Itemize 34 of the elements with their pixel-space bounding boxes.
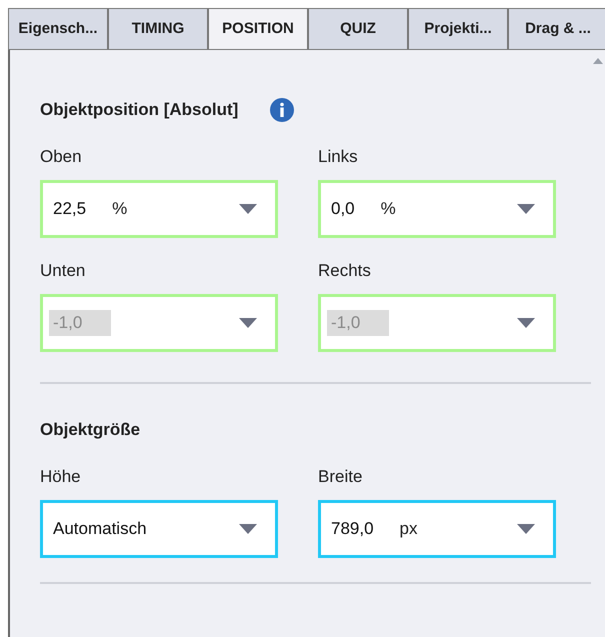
caret-icon (239, 318, 257, 328)
caret-icon (239, 204, 257, 214)
dropdown-field[interactable]: 789,0 px (318, 500, 556, 558)
field-value: -1,0 (49, 310, 111, 336)
section-title: Objektposition [Absolut] (40, 99, 238, 122)
caret-icon (517, 318, 535, 328)
dropdown-field[interactable]: Automatisch (40, 500, 278, 558)
caret-icon (239, 524, 257, 534)
caret-icon (517, 524, 535, 534)
unit-label: px (400, 518, 418, 540)
tab[interactable]: POSITION (208, 8, 308, 50)
tab[interactable]: Eigensch... (8, 8, 108, 50)
info-icon[interactable] (270, 98, 294, 122)
field-label: Rechts (318, 260, 372, 280)
field-label: Breite (318, 466, 364, 486)
tab[interactable]: TIMING (108, 8, 208, 50)
field-value: 789,0 (330, 518, 375, 540)
field-label: Unten (40, 260, 86, 280)
field-label: Oben (40, 146, 83, 166)
dropdown-field[interactable]: 0,0 % (318, 180, 556, 238)
tab[interactable]: QUIZ (308, 8, 408, 50)
section-title: Objektgröße (40, 419, 140, 442)
unit-label: % (112, 198, 128, 220)
unit-label: % (380, 198, 396, 220)
field-value: -1,0 (327, 310, 389, 336)
caret-icon (517, 204, 535, 214)
field-value: 0,0 (330, 198, 356, 220)
tab[interactable]: Projekti... (408, 8, 508, 50)
field-label: Links (318, 146, 359, 166)
field-label: Höhe (40, 466, 82, 486)
tab[interactable]: Drag & ... (508, 8, 605, 50)
field-value: Automatisch (52, 518, 148, 540)
field-value: 22,5 (52, 198, 88, 220)
dropdown-field[interactable]: 22,5 % (40, 180, 278, 238)
